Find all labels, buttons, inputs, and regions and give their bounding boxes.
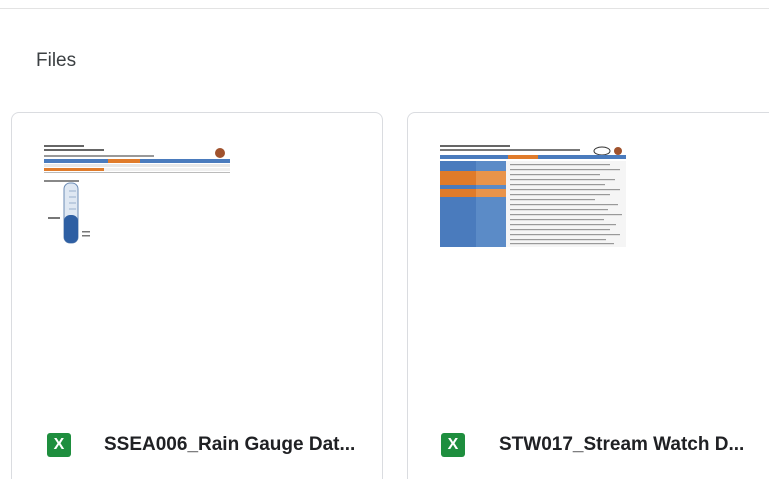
file-name[interactable]: SSEA006_Rain Gauge Dat... [104, 433, 355, 457]
file-name[interactable]: STW017_Stream Watch D... [499, 433, 744, 457]
files-page: Files X SSEA006_Rain Gauge Dat... X STW0… [0, 0, 769, 479]
file-card-stream-watch[interactable]: X STW017_Stream Watch D... [407, 112, 769, 479]
file-card-rain-gauge[interactable]: X SSEA006_Rain Gauge Dat... [11, 112, 383, 479]
section-title: Files [36, 50, 77, 71]
excel-icon: X [441, 433, 465, 457]
file-thumbnail [42, 143, 232, 283]
file-thumbnail [438, 143, 628, 247]
excel-icon: X [47, 433, 71, 457]
top-divider [0, 8, 769, 9]
